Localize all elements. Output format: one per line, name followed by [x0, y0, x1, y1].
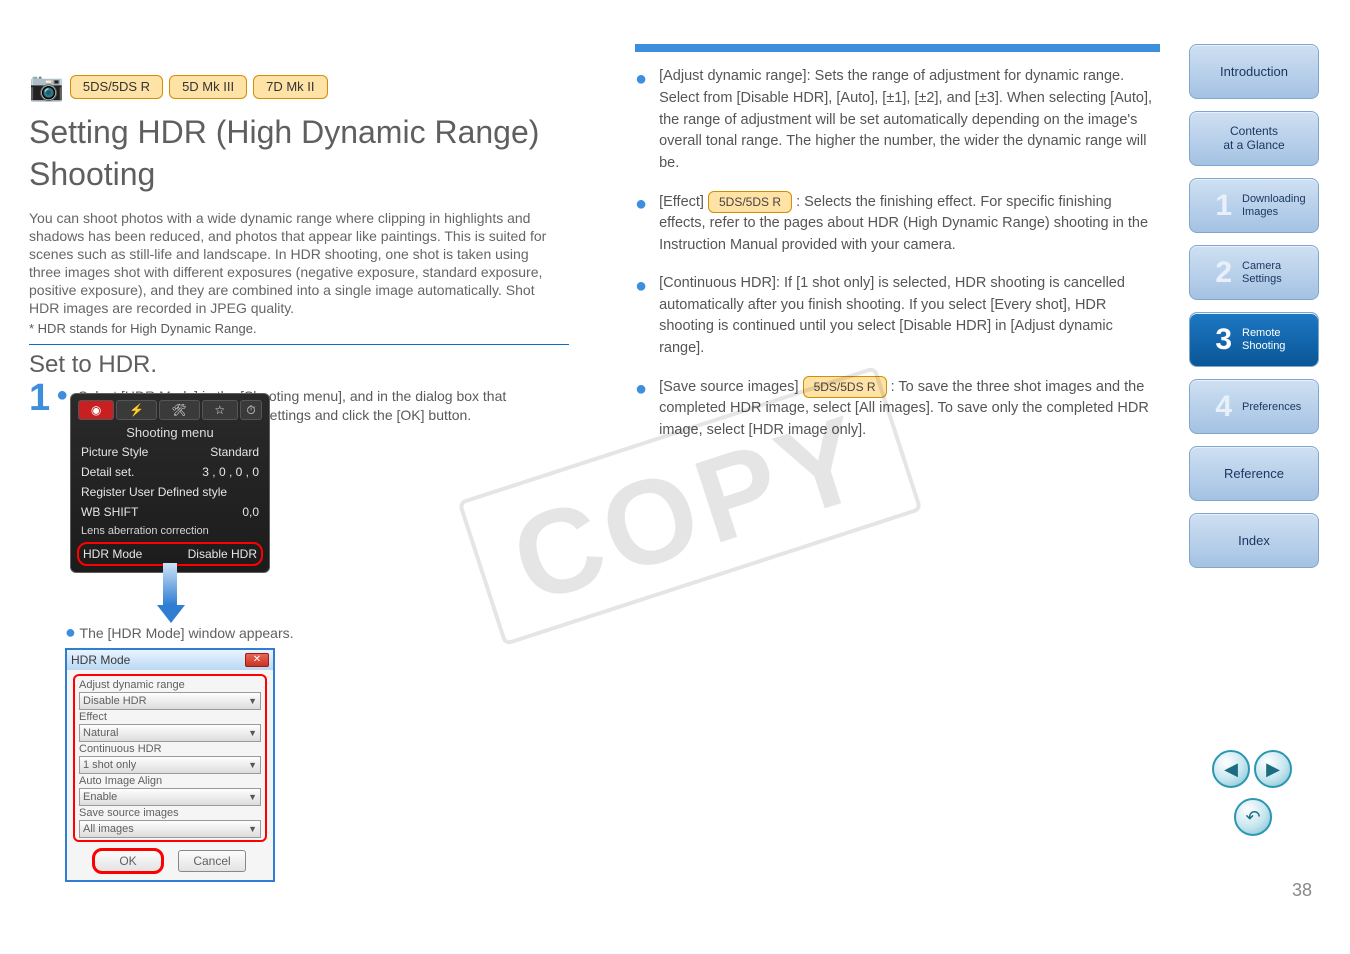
- select-value: All images: [83, 823, 134, 835]
- menu-row-value: Standard: [210, 445, 259, 459]
- nav-reference[interactable]: Reference: [1189, 446, 1319, 501]
- pill-5dmk3: 5D Mk III: [169, 75, 247, 99]
- right-bullet-continuous: ● [Continuous HDR]: If [1 shot only] is …: [635, 273, 1160, 360]
- select-value: 1 shot only: [83, 759, 136, 771]
- nav-introduction[interactable]: Introduction: [1189, 44, 1319, 99]
- hdr-note: * HDR stands for High Dynamic Range.: [29, 321, 554, 336]
- bullet-icon: ●: [635, 194, 647, 257]
- menu-row-value: 3 , 0 , 0 , 0: [202, 465, 259, 479]
- bullet-icon: ●: [635, 379, 647, 442]
- section-divider: [29, 344, 569, 345]
- auto-image-align-select[interactable]: Enable ▼: [79, 788, 261, 806]
- shooting-menu-label: Shooting menu: [77, 423, 263, 442]
- right-bullet-adjust: ● [Adjust dynamic range]: Sets the range…: [635, 66, 1160, 175]
- select-value: Disable HDR: [83, 695, 147, 707]
- menu-tab-star-icon[interactable]: ☆: [202, 400, 238, 420]
- nav-1-downloading[interactable]: 1 DownloadingImages: [1189, 178, 1319, 233]
- select-value: Natural: [83, 727, 118, 739]
- close-icon[interactable]: ✕: [245, 653, 269, 667]
- auto-align-label: Auto Image Align: [79, 775, 261, 787]
- bullet-icon: ●: [635, 276, 647, 360]
- ok-button[interactable]: OK: [94, 850, 162, 872]
- bar-divider: [635, 44, 1160, 52]
- section-title-line1: Setting HDR (High Dynamic Range): [29, 114, 539, 151]
- menu-tab-camera-icon[interactable]: ◉: [78, 400, 114, 420]
- right-bullet-save: ● [Save source images] 5DS/5DS R : To sa…: [635, 376, 1160, 442]
- menu-row-register-style[interactable]: Register User Defined style: [77, 482, 263, 502]
- page-number: 38: [1292, 880, 1312, 901]
- down-arrow-icon: [157, 563, 183, 623]
- effect-label: Effect: [79, 711, 261, 723]
- save-source-images-select[interactable]: All images ▼: [79, 820, 261, 838]
- menu-row-value: 0,0: [242, 505, 259, 519]
- chevron-down-icon: ▼: [248, 760, 257, 770]
- menu-row-lens-aberration[interactable]: Lens aberration correction: [77, 522, 263, 540]
- pill-7dmk2: 7D Mk II: [253, 75, 327, 99]
- hdr-mode-dialog: HDR Mode ✕ Adjust dynamic range Disable …: [65, 648, 275, 882]
- step-number: 1: [29, 379, 50, 417]
- intro-paragraph: You can shoot photos with a wide dynamic…: [29, 210, 554, 317]
- menu-tab-tools-icon[interactable]: 🛠: [159, 400, 200, 420]
- menu-row-label: HDR Mode: [83, 547, 142, 561]
- right-bullet-effect: ● [Effect] 5DS/5DS R : Selects the finis…: [635, 191, 1160, 257]
- menu-row-value: Disable HDR: [188, 547, 257, 561]
- bullet-icon: ●: [635, 69, 647, 175]
- chevron-down-icon: ▼: [248, 728, 257, 738]
- menu-row-wb-shift[interactable]: WB SHIFT 0,0: [77, 502, 263, 522]
- continuous-hdr-label: Continuous HDR: [79, 743, 261, 755]
- menu-row-label: Register User Defined style: [81, 485, 227, 499]
- menu-row-label: Picture Style: [81, 445, 148, 459]
- nav-2-camera-settings[interactable]: 2 CameraSettings: [1189, 245, 1319, 300]
- pill-5ds: 5DS/5DS R: [70, 75, 163, 99]
- cancel-button[interactable]: Cancel: [178, 850, 246, 872]
- dialog-title: HDR Mode: [71, 653, 130, 667]
- pill-5ds-inline: 5DS/5DS R: [803, 376, 887, 398]
- adjust-label: Adjust dynamic range: [79, 679, 261, 691]
- bullet-icon: ●: [56, 385, 68, 405]
- next-page-button[interactable]: ▶: [1254, 750, 1292, 788]
- select-value: Enable: [83, 791, 117, 803]
- pill-5ds-inline: 5DS/5DS R: [708, 191, 792, 213]
- menu-tab-flash-icon[interactable]: ⚡: [116, 400, 157, 420]
- continuous-hdr-select[interactable]: 1 shot only ▼: [79, 756, 261, 774]
- nav-3-remote-shooting[interactable]: 3 RemoteShooting: [1189, 312, 1319, 367]
- adjust-dynamic-range-select[interactable]: Disable HDR ▼: [79, 692, 261, 710]
- menu-row-label: Lens aberration correction: [81, 525, 209, 537]
- save-source-label: Save source images: [79, 807, 261, 819]
- prev-page-button[interactable]: ◀: [1212, 750, 1250, 788]
- menu-row-label: Detail set.: [81, 465, 134, 479]
- menu-row-label: WB SHIFT: [81, 505, 138, 519]
- shooting-menu: ◉ ⚡ 🛠 ☆ ⏱ Shooting menu Picture Style St…: [70, 393, 270, 573]
- menu-row-picture-style[interactable]: Picture Style Standard: [77, 442, 263, 462]
- menu-row-hdr-mode[interactable]: HDR Mode Disable HDR: [79, 544, 261, 564]
- effect-select[interactable]: Natural ▼: [79, 724, 261, 742]
- nav-4-preferences[interactable]: 4 Preferences: [1189, 379, 1319, 434]
- camera-icon: 📷: [29, 73, 64, 101]
- section-title-line2: Shooting: [29, 156, 155, 193]
- chevron-down-icon: ▼: [248, 696, 257, 706]
- back-button[interactable]: ↶: [1234, 798, 1272, 836]
- nav-contents[interactable]: Contentsat a Glance: [1189, 111, 1319, 166]
- step-result: ● The [HDR Mode] window appears.: [65, 623, 294, 641]
- chevron-down-icon: ▼: [248, 824, 257, 834]
- nav-index[interactable]: Index: [1189, 513, 1319, 568]
- chevron-down-icon: ▼: [248, 792, 257, 802]
- menu-tab-timer-icon[interactable]: ⏱: [240, 400, 262, 420]
- menu-row-detail-set[interactable]: Detail set. 3 , 0 , 0 , 0: [77, 462, 263, 482]
- step-heading: Set to HDR.: [29, 351, 554, 379]
